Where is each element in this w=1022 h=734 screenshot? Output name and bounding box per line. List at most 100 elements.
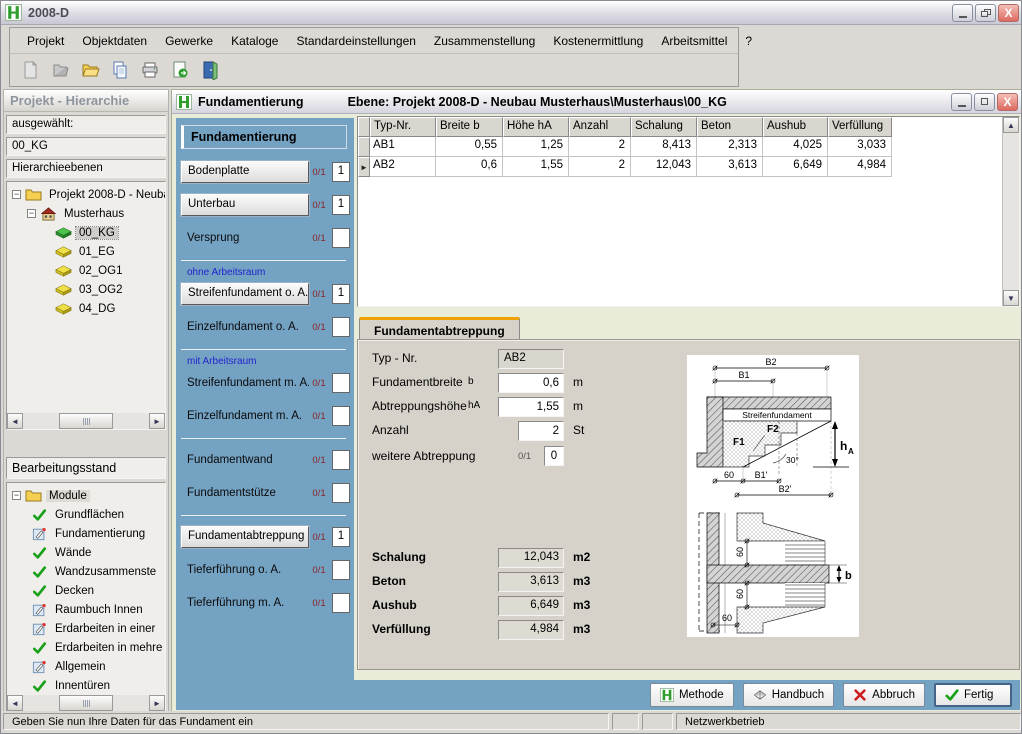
module-item-grundfl-chen[interactable]: Grundflächen — [10, 505, 165, 524]
table-cell[interactable]: 8,413 — [631, 137, 697, 157]
module-close-button[interactable]: X — [997, 93, 1018, 111]
scroll-right-icon[interactable]: ► — [149, 413, 165, 429]
sidebar-item-unterbau[interactable]: Unterbau — [181, 194, 309, 216]
scroll-up-icon[interactable]: ▲ — [1003, 117, 1019, 133]
tab-fundamentabtreppung[interactable]: Fundamentabtreppung — [359, 317, 520, 340]
column-header-schalung[interactable]: Schalung — [631, 117, 697, 137]
minimize-button[interactable] — [952, 4, 973, 22]
tree-item-03-og2[interactable]: 03_OG2 — [10, 280, 165, 299]
sidebar-count-box[interactable] — [332, 560, 350, 580]
scroll-right-icon[interactable]: ► — [149, 695, 165, 711]
scroll-thumb[interactable] — [59, 695, 113, 711]
menu-standardeinstellungen[interactable]: Standardeinstellungen — [287, 33, 424, 49]
module-minimize-button[interactable] — [951, 93, 972, 111]
module-item-innent-ren[interactable]: Innentüren — [10, 676, 165, 695]
column-header-breite-b[interactable]: Breite b — [436, 117, 503, 137]
table-cell[interactable]: 4,025 — [763, 137, 828, 157]
row-selector-cell[interactable] — [358, 137, 370, 157]
sidebar-item-fundamentabtreppung[interactable]: Fundamentabtreppung — [181, 526, 309, 548]
sidebar-count-box[interactable]: 1 — [332, 284, 350, 304]
weitere-input[interactable] — [544, 446, 564, 466]
menu-gewerke[interactable]: Gewerke — [156, 33, 222, 49]
column-header-h-he-ha[interactable]: Höhe hA — [503, 117, 569, 137]
tree-item-00-kg[interactable]: 00_KG — [10, 223, 165, 242]
menu-kataloge[interactable]: Kataloge — [222, 33, 287, 49]
module-item-erdarbeiten-in-mehre[interactable]: Erdarbeiten in mehre — [10, 638, 165, 657]
open-document-icon[interactable] — [48, 58, 72, 82]
hoehe-input[interactable] — [498, 397, 564, 417]
table-cell[interactable]: 12,043 — [631, 157, 697, 177]
table-cell[interactable]: 1,55 — [503, 157, 569, 177]
tree-item-02-og1[interactable]: 02_OG1 — [10, 261, 165, 280]
expander-minus-icon[interactable]: − — [12, 491, 21, 500]
tree-item-projekt-2008-d-neubau[interactable]: −Projekt 2008-D - Neubau — [10, 185, 165, 204]
sidebar-count-box[interactable]: 1 — [332, 195, 350, 215]
module-maximize-button[interactable] — [974, 93, 995, 111]
scroll-track[interactable] — [23, 695, 149, 711]
column-header-typ-nr[interactable]: Typ-Nr. — [370, 117, 436, 137]
sidebar-item-streifenfundament-o-a[interactable]: Streifenfundament o. A. — [181, 283, 309, 305]
methode-button[interactable]: Methode — [650, 683, 734, 707]
copy-icon[interactable] — [108, 58, 132, 82]
fertig-button[interactable]: Fertig — [934, 683, 1012, 707]
module-item-wandzusammenste[interactable]: Wandzusammenste — [10, 562, 165, 581]
column-header-aushub[interactable]: Aushub — [763, 117, 828, 137]
table-cell[interactable]: 4,984 — [828, 157, 892, 177]
status-hscrollbar[interactable]: ◄ ► — [7, 695, 165, 711]
breite-input[interactable] — [498, 373, 564, 393]
tree-item-01-eg[interactable]: 01_EG — [10, 242, 165, 261]
print-icon[interactable] — [138, 58, 162, 82]
module-item-fundamentierung[interactable]: Fundamentierung — [10, 524, 165, 543]
table-row[interactable]: ►AB20,61,55212,0433,6136,6494,984 — [358, 157, 1019, 177]
table-cell[interactable]: 1,25 — [503, 137, 569, 157]
table-cell[interactable]: 0,6 — [436, 157, 503, 177]
sidebar-count-box[interactable] — [332, 483, 350, 503]
anzahl-input[interactable] — [518, 421, 564, 441]
sidebar-count-box[interactable]: 1 — [332, 527, 350, 547]
module-item-decken[interactable]: Decken — [10, 581, 165, 600]
handbuch-button[interactable]: Handbuch — [743, 683, 834, 707]
menu-projekt[interactable]: Projekt — [18, 33, 73, 49]
hierarchy-hscrollbar[interactable]: ◄ ► — [7, 413, 165, 429]
sidebar-count-box[interactable] — [332, 373, 350, 393]
restore-button[interactable] — [975, 4, 996, 22]
table-cell[interactable]: 2 — [569, 137, 631, 157]
scroll-down-icon[interactable]: ▼ — [1003, 290, 1019, 306]
column-header-beton[interactable]: Beton — [697, 117, 763, 137]
column-header-verf-llung[interactable]: Verfüllung — [828, 117, 892, 137]
menu-zusammenstellung[interactable]: Zusammenstellung — [425, 33, 544, 49]
exit-icon[interactable] — [198, 58, 222, 82]
new-document-icon[interactable] — [18, 58, 42, 82]
module-item-erdarbeiten-in-einer[interactable]: Erdarbeiten in einer — [10, 619, 165, 638]
sidebar-count-box[interactable] — [332, 593, 350, 613]
menu-objektdaten[interactable]: Objektdaten — [73, 33, 156, 49]
row-selector-cell[interactable]: ► — [358, 157, 370, 177]
menu-[interactable]: ? — [736, 33, 761, 49]
open-folder-icon[interactable] — [78, 58, 102, 82]
module-item-raumbuch-innen[interactable]: Raumbuch Innen — [10, 600, 165, 619]
table-cell[interactable]: 2 — [569, 157, 631, 177]
module-item-w-nde[interactable]: Wände — [10, 543, 165, 562]
table-cell[interactable]: 3,613 — [697, 157, 763, 177]
sidebar-count-box[interactable] — [332, 450, 350, 470]
export-icon[interactable] — [168, 58, 192, 82]
sidebar-count-box[interactable] — [332, 317, 350, 337]
table-cell[interactable]: AB1 — [370, 137, 436, 157]
scroll-thumb[interactable] — [59, 413, 113, 429]
sidebar-count-box[interactable]: 1 — [332, 162, 350, 182]
tree-item-04-dg[interactable]: 04_DG — [10, 299, 165, 318]
column-header-anzahl[interactable]: Anzahl — [569, 117, 631, 137]
table-cell[interactable]: 6,649 — [763, 157, 828, 177]
table-vscrollbar[interactable]: ▲ ▼ — [1002, 117, 1019, 306]
table-cell[interactable]: AB2 — [370, 157, 436, 177]
expander-minus-icon[interactable]: − — [27, 209, 36, 218]
module-item-allgemein[interactable]: Allgemein — [10, 657, 165, 676]
table-cell[interactable]: 2,313 — [697, 137, 763, 157]
sidebar-item-bodenplatte[interactable]: Bodenplatte — [181, 161, 309, 183]
menu-kostenermittlung[interactable]: Kostenermittlung — [544, 33, 652, 49]
table-cell[interactable]: 3,033 — [828, 137, 892, 157]
tree-item-module[interactable]: −Module — [10, 486, 165, 505]
table-row[interactable]: AB10,551,2528,4132,3134,0253,033 — [358, 137, 1019, 157]
close-button[interactable]: X — [998, 4, 1019, 22]
menu-arbeitsmittel[interactable]: Arbeitsmittel — [652, 33, 736, 49]
